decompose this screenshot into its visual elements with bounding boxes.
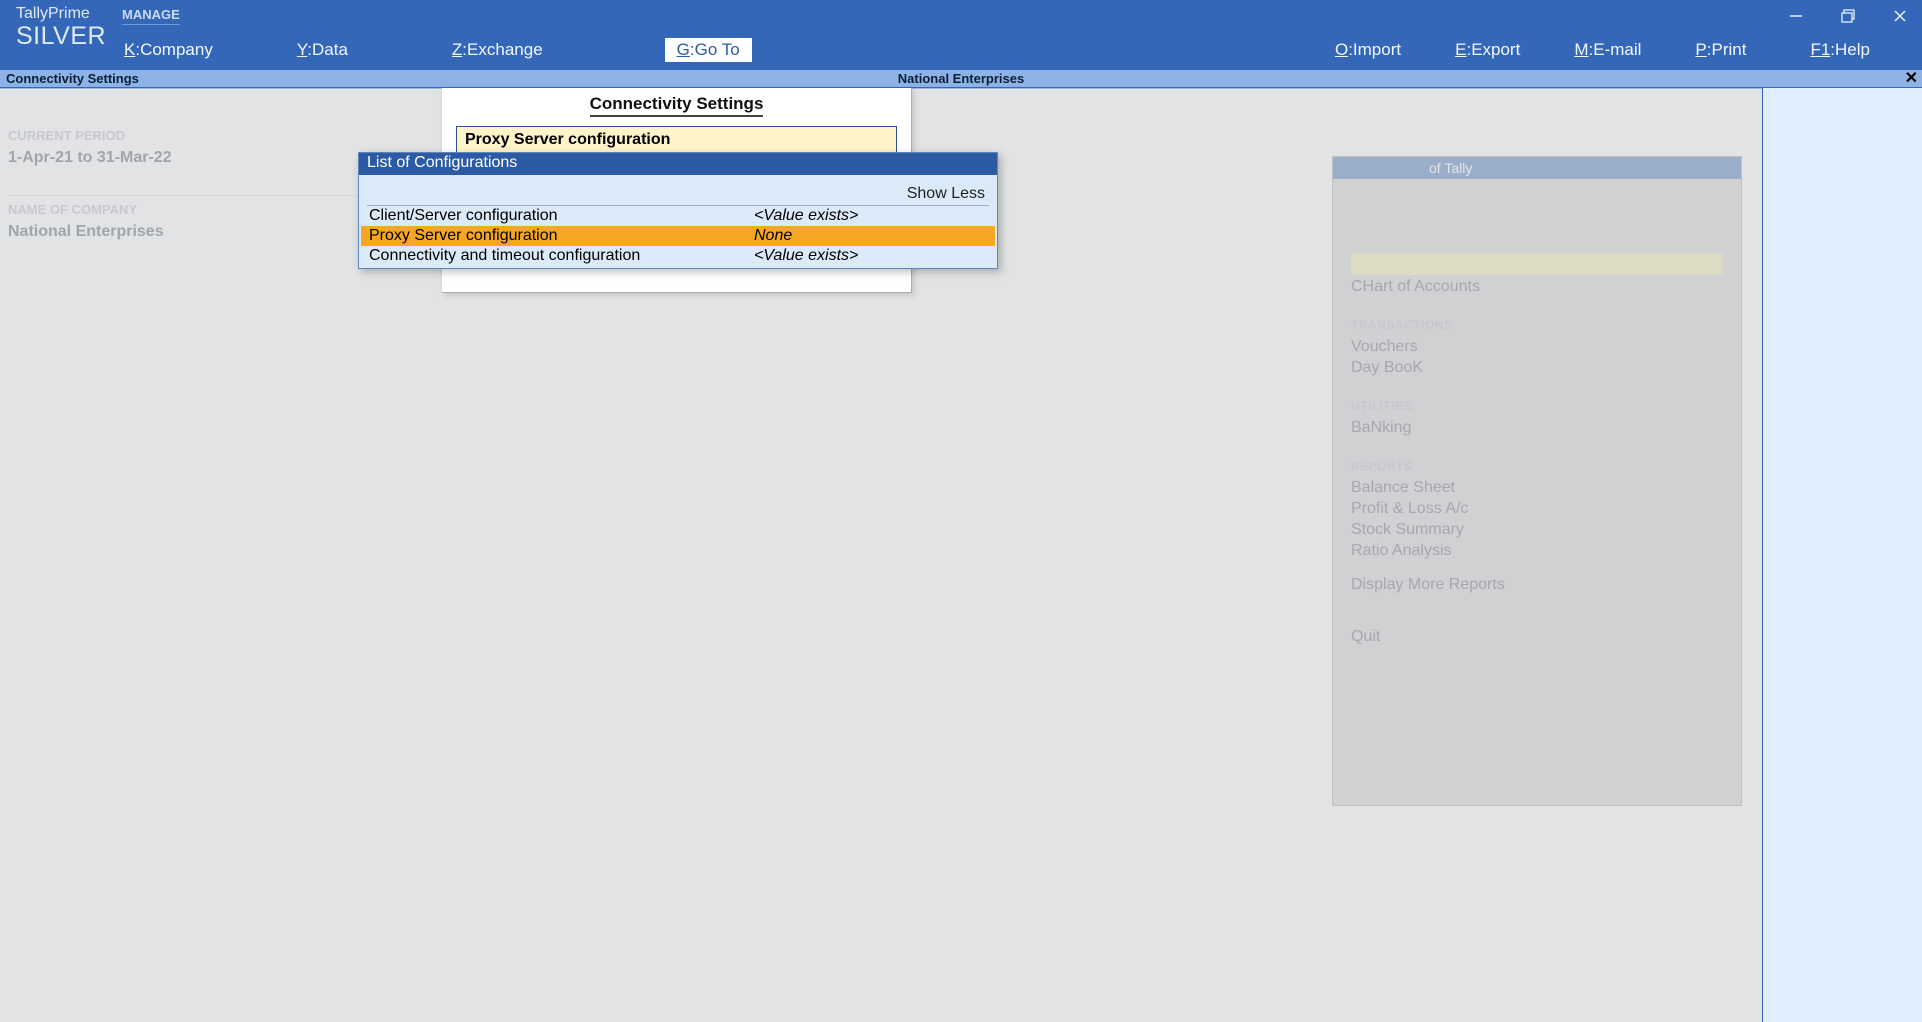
gateway-banking: BaNking: [1351, 419, 1723, 437]
hotkey-g: G: [677, 40, 690, 59]
menu-data-label: Data: [312, 40, 348, 59]
gateway-chart: CHart of Accounts: [1351, 278, 1723, 296]
context-center: National Enterprises: [898, 71, 1024, 86]
gateway-sec-reports: REPORTS: [1351, 459, 1723, 473]
menu-help[interactable]: F1:Help: [1798, 38, 1882, 62]
bg-left-info: CURRENT PERIOD 1-Apr-21 to 31-Mar-22 NAM…: [8, 128, 388, 241]
gateway-ss: Stock Summary: [1351, 521, 1723, 539]
gateway-ra: Ratio Analysis: [1351, 542, 1723, 560]
menu-email-label: E-mail: [1593, 40, 1641, 59]
dropdown-row-1-value: None: [754, 226, 987, 246]
menu-exchange-label: Exchange: [467, 40, 543, 59]
maximize-icon[interactable]: [1834, 2, 1862, 30]
menu-print-label: Print: [1711, 40, 1746, 59]
brand-bottom: SILVER: [16, 23, 108, 49]
dropdown-header: List of Configurations: [359, 153, 997, 175]
gateway-dmr: Display More Reports: [1351, 576, 1723, 594]
dropdown-row-2-name: Connectivity and timeout configuration: [369, 246, 754, 266]
dropdown-row-2[interactable]: Connectivity and timeout configuration <…: [361, 246, 995, 266]
title-bar: TallyPrime SILVER MANAGE K:Company Y:Dat…: [0, 0, 1922, 70]
menu-import-label: Import: [1353, 40, 1401, 59]
company-label: NAME OF COMPANY: [8, 195, 388, 217]
gateway-sec-utils: UTILITIES: [1351, 399, 1723, 413]
gateway-panel: of Tally CHart of Accounts TRANSACTIONS …: [1332, 156, 1742, 806]
popup-title-text: Connectivity Settings: [590, 94, 764, 117]
menu-exchange[interactable]: Z:Exchange: [440, 38, 555, 62]
popup-field[interactable]: [456, 126, 897, 154]
gateway-bs: Balance Sheet: [1351, 479, 1723, 497]
period-label: CURRENT PERIOD: [8, 128, 388, 143]
dropdown-row-0-name: Client/Server configuration: [369, 206, 754, 226]
minimize-icon[interactable]: [1782, 2, 1810, 30]
hotkey-o: O: [1335, 40, 1348, 59]
hotkey-f1: F1: [1810, 40, 1830, 59]
menu-goto[interactable]: G:Go To: [665, 38, 752, 62]
brand-block: TallyPrime SILVER: [0, 0, 112, 70]
context-left: Connectivity Settings: [0, 71, 139, 86]
menu-import[interactable]: O:Import: [1323, 38, 1413, 62]
hotkey-z: Z: [452, 40, 462, 59]
period-value: 1-Apr-21 to 31-Mar-22: [8, 149, 388, 167]
menu-company-label: Company: [140, 40, 213, 59]
context-bar: Connectivity Settings National Enterpris…: [0, 70, 1922, 88]
menu-wrap: MANAGE K:Company Y:Data Z:Exchange G:Go …: [112, 0, 1922, 70]
dropdown-row-2-value: <Value exists>: [754, 246, 987, 266]
menu-export-label: Export: [1471, 40, 1520, 59]
gateway-quit: Quit: [1351, 628, 1723, 646]
dropdown-showless[interactable]: Show Less: [361, 179, 995, 205]
menu-export[interactable]: E:Export: [1443, 38, 1532, 62]
context-close-icon[interactable]: ✕: [1905, 72, 1918, 86]
menu-email[interactable]: M:E-mail: [1562, 38, 1653, 62]
dropdown-row-1[interactable]: Proxy Server configuration None: [361, 226, 995, 246]
manage-label[interactable]: MANAGE: [122, 5, 180, 25]
hotkey-y: Y: [297, 40, 307, 59]
hotkey-p: P: [1695, 40, 1706, 59]
dropdown-row-0[interactable]: Client/Server configuration <Value exist…: [361, 206, 995, 226]
manage-row: MANAGE: [112, 0, 1922, 30]
menu-data[interactable]: Y:Data: [285, 38, 360, 62]
gateway-vouchers: Vouchers: [1351, 338, 1723, 356]
menu-goto-label: Go To: [695, 40, 740, 59]
menu-company[interactable]: K:Company: [112, 38, 225, 62]
gateway-daybook: Day BooK: [1351, 359, 1723, 377]
dropdown-row-0-value: <Value exists>: [754, 206, 987, 226]
dropdown-body: Show Less Client/Server configuration <V…: [359, 175, 997, 268]
gateway-sec-trans: TRANSACTIONS: [1351, 318, 1723, 332]
right-pane: [1762, 88, 1922, 1022]
menu-help-label: Help: [1835, 40, 1870, 59]
gateway-header: of Tally: [1333, 157, 1741, 179]
close-icon[interactable]: [1886, 2, 1914, 30]
hotkey-m: M: [1574, 40, 1588, 59]
brand-top: TallyPrime: [16, 6, 108, 23]
gateway-pl: Profit & Loss A/c: [1351, 500, 1723, 518]
hotkey-k: K: [124, 40, 135, 59]
app-window: TallyPrime SILVER MANAGE K:Company Y:Dat…: [0, 0, 1922, 1022]
window-controls: [1782, 2, 1914, 30]
gateway-body: CHart of Accounts TRANSACTIONS Vouchers …: [1333, 179, 1741, 655]
menu-row: K:Company Y:Data Z:Exchange G:Go To O:Im…: [112, 30, 1922, 70]
gateway-highlight-row: [1351, 253, 1723, 275]
menu-print[interactable]: P:Print: [1683, 38, 1758, 62]
dropdown-row-1-name: Proxy Server configuration: [369, 226, 754, 246]
popup-title: Connectivity Settings: [442, 88, 911, 116]
company-value: National Enterprises: [8, 223, 388, 241]
hotkey-e: E: [1455, 40, 1466, 59]
main-area: CURRENT PERIOD 1-Apr-21 to 31-Mar-22 NAM…: [0, 88, 1922, 1022]
config-dropdown: List of Configurations Show Less Client/…: [358, 152, 998, 269]
